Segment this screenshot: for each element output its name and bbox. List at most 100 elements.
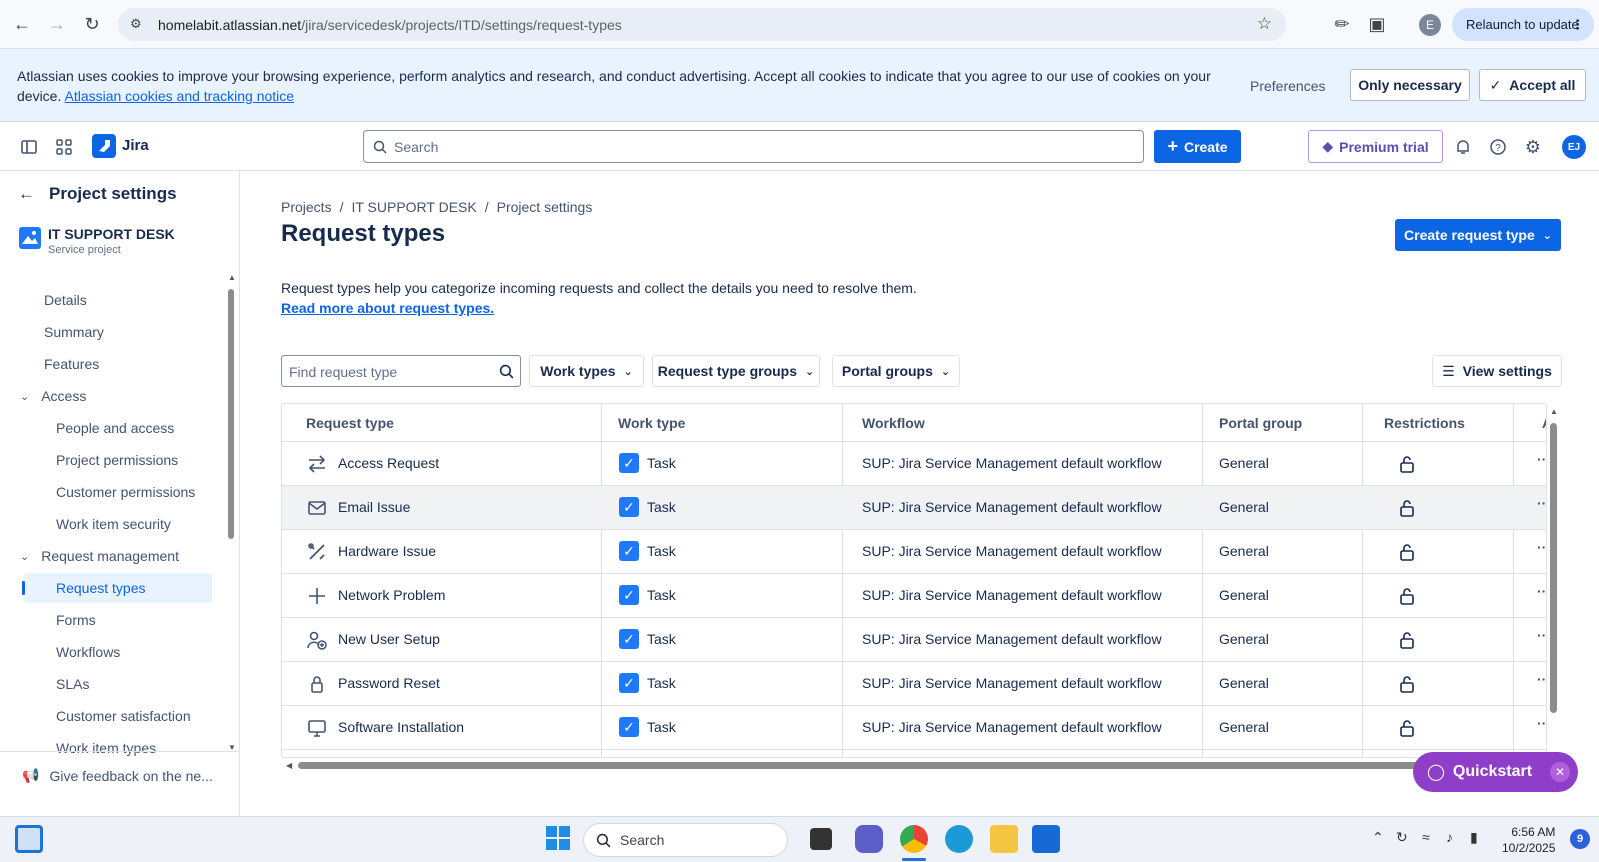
chrome-icon[interactable] (900, 825, 928, 853)
close-icon[interactable]: ✕ (1550, 762, 1570, 782)
more-actions-icon[interactable]: ·· (1537, 715, 1546, 731)
workflow-value[interactable]: SUP: Jira Service Management default wor… (862, 455, 1162, 471)
breadcrumb-projects[interactable]: Projects (281, 199, 332, 215)
more-actions-icon[interactable]: ·· (1537, 671, 1546, 687)
relaunch-button[interactable]: Relaunch to update ⋮ (1452, 8, 1594, 41)
store-icon[interactable] (1032, 825, 1060, 853)
more-actions-icon[interactable]: ·· (1537, 627, 1546, 643)
request-type-name[interactable]: Network Problem (338, 587, 445, 603)
scroll-left-arrow-icon[interactable]: ◀ (286, 761, 292, 770)
sidebar-item-project-permissions[interactable]: Project permissions (56, 445, 178, 475)
workflow-value[interactable]: SUP: Jira Service Management default wor… (862, 631, 1162, 647)
taskbar-search[interactable]: Search (583, 823, 788, 857)
work-types-filter[interactable]: Work types ⌄ (529, 355, 644, 387)
header-portal-group[interactable]: Portal group (1219, 415, 1302, 431)
preferences-button[interactable]: Preferences (1250, 78, 1325, 94)
table-row[interactable]: Network Problem ✓ Task SUP: Jira Service Ma… (282, 574, 1546, 618)
more-actions-icon[interactable]: ·· (1537, 583, 1546, 599)
more-actions-icon[interactable]: ·· (1537, 539, 1546, 555)
sidebar-item-customer-satisfaction[interactable]: Customer satisfaction (56, 701, 191, 731)
task-view-icon[interactable] (810, 828, 832, 850)
scroll-up-arrow-icon[interactable]: ▲ (228, 273, 236, 282)
notifications-bell-icon[interactable] (1451, 135, 1475, 159)
request-type-name[interactable]: Email Issue (338, 499, 410, 515)
create-button[interactable]: + Create (1154, 130, 1241, 163)
read-more-link[interactable]: Read more about request types. (281, 300, 494, 316)
widgets-icon[interactable] (15, 825, 43, 853)
more-actions-icon[interactable]: ·· (1537, 451, 1546, 467)
edge-icon[interactable] (945, 825, 973, 853)
wifi-icon[interactable]: ≈ (1422, 829, 1430, 845)
battery-icon[interactable]: ▮ (1470, 829, 1478, 846)
unlocked-padlock-icon[interactable] (1398, 674, 1416, 694)
unlocked-padlock-icon[interactable] (1398, 498, 1416, 518)
bookmark-star-icon[interactable]: ☆ (1257, 14, 1272, 34)
unlocked-padlock-icon[interactable] (1398, 542, 1416, 562)
table-row[interactable]: Email Issue ✓ Task SUP: Jira Service Manage… (282, 486, 1546, 530)
sidebar-item-features[interactable]: Features (44, 349, 99, 379)
find-request-type-input[interactable]: Find request type (281, 355, 521, 387)
profile-avatar[interactable]: E (1419, 14, 1441, 36)
back-arrow-icon[interactable]: ← (10, 12, 34, 36)
breadcrumb-project-settings[interactable]: Project settings (497, 199, 593, 215)
windows-start-icon[interactable] (545, 825, 573, 853)
sidebar-item-people-and-access[interactable]: People and access (56, 413, 174, 443)
settings-gear-icon[interactable]: ⚙ (1521, 135, 1545, 159)
unlocked-padlock-icon[interactable] (1398, 586, 1416, 606)
tray-chevron-up-icon[interactable]: ⌃ (1372, 829, 1384, 846)
feedback-button[interactable]: 📢 Give feedback on the ne... (0, 751, 239, 799)
table-row[interactable]: Password Reset ✓ Task SUP: Jira Service Man… (282, 662, 1546, 706)
sidebar-item-request-types[interactable]: Request types (22, 573, 212, 603)
request-type-name[interactable]: New User Setup (338, 631, 440, 647)
premium-trial-button[interactable]: ◆ Premium trial (1308, 130, 1443, 163)
notification-badge[interactable]: 9 (1570, 829, 1590, 849)
sidebar-item-workflows[interactable]: Workflows (56, 637, 120, 667)
jira-logo-icon[interactable] (92, 134, 116, 158)
workflow-value[interactable]: SUP: Jira Service Management default wor… (862, 587, 1162, 603)
sidebar-scrollbar-thumb[interactable] (228, 289, 234, 539)
view-settings-button[interactable]: ☰ View settings (1432, 355, 1562, 387)
table-row[interactable]: Hardware Issue ✓ Task SUP: Jira Service Man… (282, 530, 1546, 574)
workflow-value[interactable]: SUP: Jira Service Management default wor… (862, 675, 1162, 691)
unlocked-padlock-icon[interactable] (1398, 630, 1416, 650)
sidebar-item-slas[interactable]: SLAs (56, 669, 89, 699)
table-vertical-scrollbar[interactable] (1550, 423, 1557, 713)
file-explorer-icon[interactable] (990, 825, 1018, 853)
header-restrictions[interactable]: Restrictions (1384, 415, 1465, 431)
header-workflow[interactable]: Workflow (862, 415, 925, 431)
address-bar[interactable]: ⚙ homelabit.atlassian.net/jira/servicede… (118, 8, 1286, 41)
request-type-name[interactable]: Access Request (338, 455, 439, 471)
breadcrumb-project[interactable]: IT SUPPORT DESK (351, 199, 476, 215)
sidebar-group-request-management[interactable]: ⌄ Request management (20, 541, 179, 571)
cookie-notice-link[interactable]: Atlassian cookies and tracking notice (64, 88, 294, 104)
sidebar-item-forms[interactable]: Forms (56, 605, 96, 635)
scroll-up-arrow-icon[interactable]: ▲ (1550, 407, 1558, 416)
sidebar-item-details[interactable]: Details (44, 285, 87, 315)
table-row[interactable]: Software Installation ✓ Task SUP: Jira Serv… (282, 706, 1546, 750)
table-horizontal-scrollbar[interactable] (298, 762, 1438, 769)
more-actions-icon[interactable]: ·· (1537, 495, 1546, 511)
back-to-project-settings[interactable]: ← Project settings (18, 184, 177, 204)
workflow-value[interactable]: SUP: Jira Service Management default wor… (862, 499, 1162, 515)
sync-icon[interactable]: ↻ (1396, 829, 1408, 846)
app-name[interactable]: Jira (122, 137, 149, 154)
request-type-name[interactable]: Password Reset (338, 675, 440, 691)
volume-icon[interactable]: ♪ (1446, 829, 1453, 845)
quickstart-button[interactable]: ◯ Quickstart ✕ (1413, 752, 1578, 792)
request-type-name[interactable]: Hardware Issue (338, 543, 436, 559)
header-work-type[interactable]: Work type (618, 415, 685, 431)
table-row[interactable]: New User Setup ✓ Task SUP: Jira Service Man… (282, 618, 1546, 662)
header-request-type[interactable]: Request type (306, 415, 394, 431)
only-necessary-button[interactable]: Only necessary (1350, 69, 1470, 101)
sidebar-group-access[interactable]: ⌄ Access (20, 381, 86, 411)
unlocked-padlock-icon[interactable] (1398, 454, 1416, 474)
portal-groups-filter[interactable]: Portal groups ⌄ (832, 355, 960, 387)
request-type-name[interactable]: Software Installation (338, 719, 464, 735)
unlocked-padlock-icon[interactable] (1398, 718, 1416, 738)
workflow-value[interactable]: SUP: Jira Service Management default wor… (862, 543, 1162, 559)
global-search-input[interactable]: Search (363, 130, 1144, 163)
create-request-type-button[interactable]: Create request type ⌄ (1395, 219, 1561, 251)
help-icon[interactable]: ? (1486, 135, 1510, 159)
app-switcher-icon[interactable] (52, 135, 76, 159)
sidebar-toggle-icon[interactable] (17, 135, 41, 159)
